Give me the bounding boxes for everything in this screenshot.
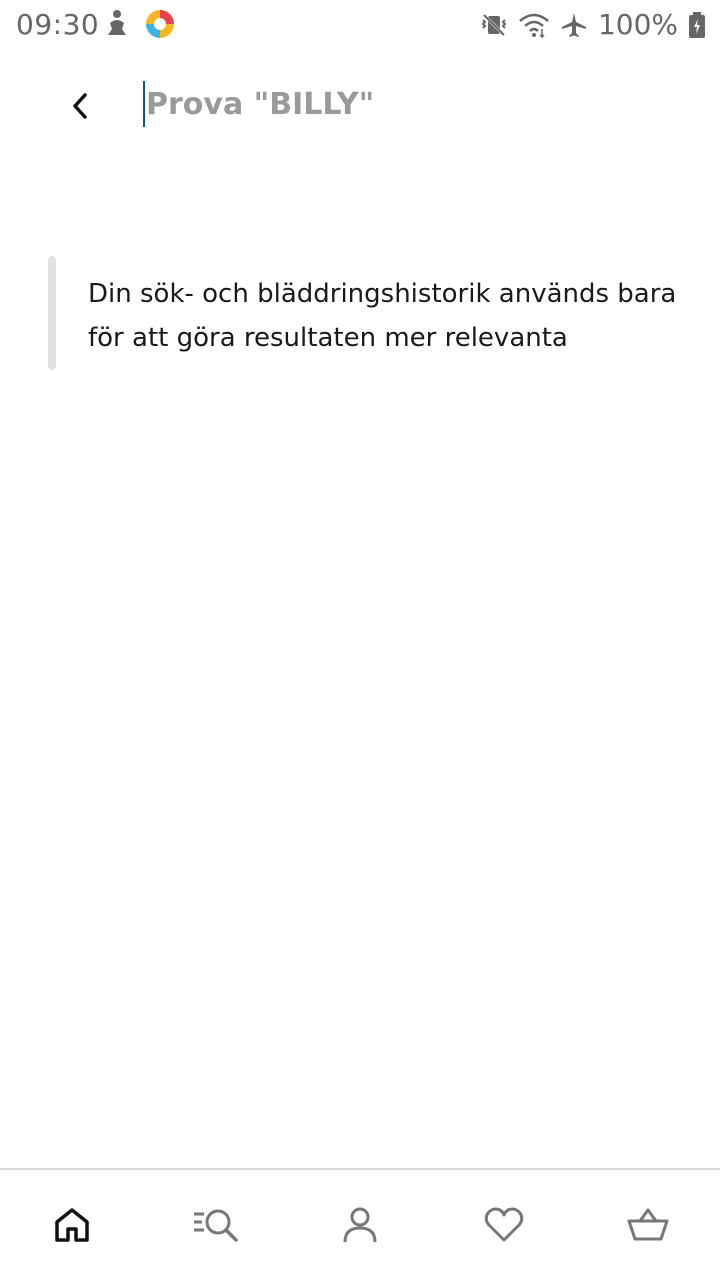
home-icon — [52, 1205, 92, 1245]
notice-accent-bar — [48, 256, 56, 370]
search-input[interactable] — [144, 80, 686, 128]
back-button[interactable] — [56, 82, 104, 130]
status-bar: 09:30 100% — [0, 0, 720, 50]
notification-figure-icon — [104, 9, 130, 39]
chevron-left-icon — [68, 91, 92, 121]
history-notice: Din sök- och bläddringshistorik används … — [48, 256, 688, 370]
status-left-icons — [104, 8, 176, 40]
app-logo-icon — [144, 8, 176, 40]
search-list-icon — [192, 1205, 240, 1245]
nav-search[interactable] — [176, 1185, 256, 1265]
heart-icon — [483, 1205, 525, 1245]
basket-icon — [626, 1205, 670, 1245]
nav-home[interactable] — [32, 1185, 112, 1265]
search-header — [0, 60, 720, 150]
battery-charging-icon — [688, 11, 706, 39]
wifi-icon — [518, 11, 550, 39]
vibrate-icon — [480, 11, 508, 39]
nav-profile[interactable] — [320, 1185, 400, 1265]
app-screen: 09:30 100% Prova "BILLY" Din sök- och bl… — [0, 0, 720, 1280]
nav-favourites[interactable] — [464, 1185, 544, 1265]
status-time: 09:30 — [16, 8, 100, 41]
text-cursor — [143, 81, 145, 127]
profile-icon — [340, 1205, 380, 1245]
bottom-navigation — [0, 1168, 720, 1280]
nav-basket[interactable] — [608, 1185, 688, 1265]
status-right-icons: 100% — [480, 8, 706, 41]
battery-percentage: 100% — [597, 8, 678, 41]
notice-text: Din sök- och bläddringshistorik används … — [88, 279, 677, 353]
airplane-icon — [560, 11, 588, 39]
